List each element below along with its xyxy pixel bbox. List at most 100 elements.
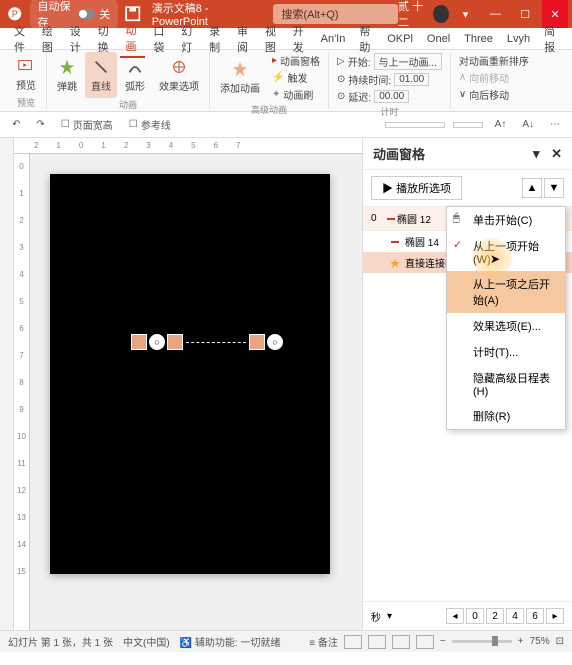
font-combo[interactable] [385, 122, 445, 128]
anim-arc[interactable]: 弧形 [119, 52, 151, 98]
tl-tick: 0 [466, 608, 484, 624]
emphasis-icon [389, 257, 401, 269]
slide-counter: 幻灯片 第 1 张，共 1 张 [8, 634, 113, 649]
redo-button[interactable]: ↷ [32, 117, 48, 132]
start-dropdown[interactable]: 与上一动画... [374, 53, 442, 70]
reading-view-icon[interactable] [392, 635, 410, 649]
check-icon: ✓ [453, 238, 462, 251]
thumbnail-gutter[interactable] [0, 138, 14, 630]
pane-title: 动画窗格 [373, 144, 425, 163]
star-icon [58, 58, 76, 76]
avatar[interactable] [433, 5, 449, 23]
tl-prev-icon[interactable]: ◂ [446, 608, 464, 624]
ribbon-group-timing: ▷ 开始: 与上一动画... ⊙ 持续时间: 01.00 ⊙ 延迟: 00.00… [329, 52, 451, 109]
move-forward-button[interactable]: ∧ 向前移动 [455, 69, 533, 86]
move-down-icon[interactable]: ▼ [544, 178, 564, 198]
seconds-label: 秒 [371, 609, 381, 624]
trigger-button[interactable]: ⚡触发 [268, 69, 324, 86]
toggle-icon [78, 9, 95, 19]
zoom-slider[interactable] [452, 640, 512, 643]
ribbon: 预览 预览 弹跳 直线 弧形 效果选项 动画 添加动画 ▸动画窗格 ⚡触发 ✦动… [0, 50, 572, 112]
fit-window-icon[interactable]: ⊡ [556, 636, 564, 647]
undo-button[interactable]: ↶ [8, 117, 24, 132]
pane-controls: ▶ 播放所选项 ▲ ▼ [363, 170, 572, 207]
slide-canvas[interactable]: ○ ○ 右键效果选项 [50, 174, 330, 574]
shape-rect-2[interactable] [167, 334, 183, 350]
motion-path-icon [385, 213, 397, 225]
zoom-in-icon[interactable]: + [518, 636, 524, 647]
preview-button[interactable]: 预览 [10, 52, 42, 96]
normal-view-icon[interactable] [344, 635, 362, 649]
decrease-font-icon[interactable]: A↓ [518, 117, 538, 132]
tab-three[interactable]: Three [458, 31, 499, 47]
shape-group[interactable]: ○ ○ [130, 334, 284, 350]
ribbon-group-animation: 弹跳 直线 弧形 效果选项 动画 [47, 52, 210, 109]
username: 贰 十二 [398, 0, 429, 30]
effect-icon [170, 58, 188, 76]
anim-painter-button[interactable]: ✦动画刷 [268, 86, 324, 103]
start-row: ▷ 开始: 与上一动画... [333, 52, 446, 71]
tl-next-icon[interactable]: ▸ [546, 608, 564, 624]
text-format-icon[interactable]: ⋯ [546, 117, 564, 132]
page-zoom-check[interactable]: ☐ 页面宽高 [57, 115, 117, 134]
menu-start-on-click[interactable]: 🖱单击开始(C) [447, 207, 565, 233]
pane-options-icon[interactable]: ▾ [533, 146, 540, 161]
language-indicator[interactable]: 中文(中国) [123, 634, 170, 649]
anim-line[interactable]: 直线 [85, 52, 117, 98]
cursor-icon: ➤ [490, 252, 500, 266]
delay-input[interactable]: 00.00 [374, 90, 409, 103]
effect-options-button[interactable]: 效果选项 [153, 52, 205, 98]
motion-path-icon [389, 236, 401, 248]
minimize-button[interactable]: — [482, 0, 508, 28]
play-selection-button[interactable]: ▶ 播放所选项 [371, 176, 462, 200]
group-label-advanced: 高级动画 [251, 103, 287, 116]
anim-pane-button[interactable]: ▸动画窗格 [268, 52, 324, 69]
duration-row: ⊙ 持续时间: 01.00 [333, 71, 446, 88]
menu-hide-timeline[interactable]: 隐藏高级日程表(H) [447, 365, 565, 403]
context-menu: 🖱单击开始(C) ✓从上一项开始(W) 从上一项之后开始(A) 效果选项(E).… [446, 206, 566, 430]
status-bar: 幻灯片 第 1 张，共 1 张 中文(中国) ♿ 辅助功能: 一切就绪 ≡ 备注… [0, 630, 572, 652]
menu-delete[interactable]: 删除(R) [447, 403, 565, 429]
anim-bounce[interactable]: 弹跳 [51, 52, 83, 98]
guides-check[interactable]: ☐ 参考线 [125, 115, 175, 134]
zoom-out-icon[interactable]: − [440, 636, 446, 647]
notes-button[interactable]: ≡ 备注 [309, 634, 338, 649]
sorter-view-icon[interactable] [368, 635, 386, 649]
tab-okpl[interactable]: OKPl [381, 31, 419, 47]
menu-start-after-prev[interactable]: 从上一项之后开始(A) [447, 271, 565, 313]
shape-rect-1[interactable] [131, 334, 147, 350]
pane-close-icon[interactable]: ✕ [551, 146, 562, 161]
delay-row: ⊙ 延迟: 00.00 [333, 88, 446, 105]
tab-brief[interactable]: 简报 [538, 21, 564, 57]
move-up-icon[interactable]: ▲ [522, 178, 542, 198]
shape-circle-2[interactable]: ○ [267, 334, 283, 350]
connector-line[interactable] [186, 342, 246, 343]
font-size[interactable] [453, 122, 483, 128]
preview-icon [17, 57, 35, 75]
group-label-animation: 动画 [119, 98, 137, 111]
menu-timing[interactable]: 计时(T)... [447, 339, 565, 365]
tab-anin[interactable]: An'In [315, 31, 352, 47]
ruler-vertical: 0123456789101112131415 [14, 154, 30, 630]
tab-lvyh[interactable]: Lvyh [501, 31, 536, 47]
tab-onel[interactable]: Onel [421, 31, 456, 47]
arc-icon [126, 58, 144, 76]
menu-start-with-prev[interactable]: ✓从上一项开始(W) [447, 233, 565, 271]
shape-rect-3[interactable] [249, 334, 265, 350]
add-animation-button[interactable]: 添加动画 [214, 55, 266, 101]
move-backward-button[interactable]: ∨ 向后移动 [455, 86, 533, 103]
search-placeholder: 搜索(Alt+Q) [281, 9, 338, 21]
shape-circle-1[interactable]: ○ [149, 334, 165, 350]
slideshow-view-icon[interactable] [416, 635, 434, 649]
add-star-icon [231, 60, 249, 78]
ribbon-options-icon[interactable]: ▾ [453, 0, 479, 28]
ribbon-group-advanced: 添加动画 ▸动画窗格 ⚡触发 ✦动画刷 高级动画 [210, 52, 329, 109]
zoom-level[interactable]: 75% [530, 636, 550, 647]
maximize-button[interactable]: ☐ [512, 0, 538, 28]
menu-effect-options[interactable]: 效果选项(E)... [447, 313, 565, 339]
tl-tick: 4 [506, 608, 524, 624]
accessibility-status[interactable]: ♿ 辅助功能: 一切就绪 [180, 634, 281, 649]
pane-header: 动画窗格 ▾ ✕ [363, 138, 572, 170]
increase-font-icon[interactable]: A↑ [491, 117, 511, 132]
duration-input[interactable]: 01.00 [394, 73, 429, 86]
